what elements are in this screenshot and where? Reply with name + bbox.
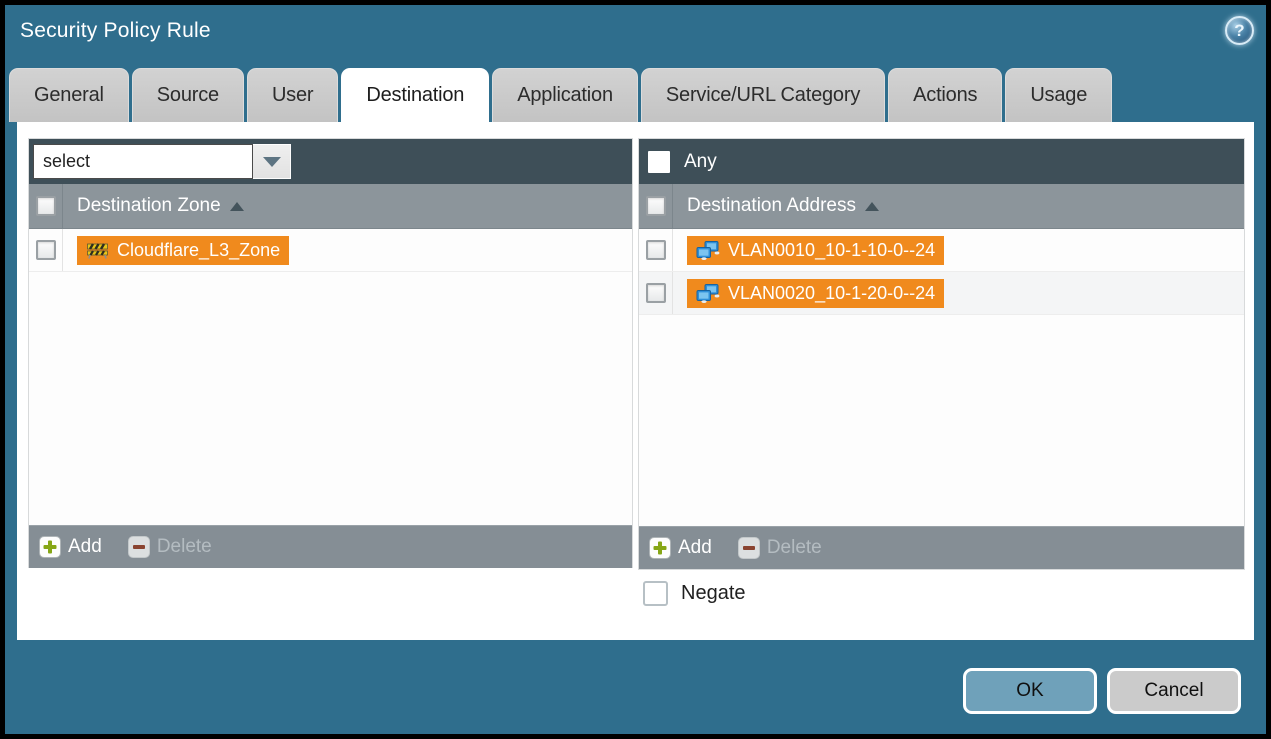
tab-content-destination: Destination Zone xyxy=(17,122,1254,640)
delete-address-button[interactable]: Delete xyxy=(738,537,822,559)
tab-source[interactable]: Source xyxy=(132,68,244,122)
minus-icon xyxy=(738,537,760,559)
delete-zone-button[interactable]: Delete xyxy=(128,536,212,558)
zone-item[interactable]: Cloudflare_L3_Zone xyxy=(77,236,289,265)
tab-usage[interactable]: Usage xyxy=(1005,68,1112,122)
zone-select-combo xyxy=(33,144,291,179)
tab-user[interactable]: User xyxy=(247,68,338,122)
zone-select-input[interactable] xyxy=(33,144,253,179)
zone-header-checkbox-cell xyxy=(29,184,63,228)
negate-checkbox[interactable] xyxy=(643,581,668,606)
address-table-header: Destination Address xyxy=(639,184,1244,229)
tab-destination[interactable]: Destination xyxy=(341,68,489,122)
zone-icon xyxy=(86,242,109,259)
zone-row-checkbox[interactable] xyxy=(36,240,56,260)
ok-button[interactable]: OK xyxy=(963,668,1097,714)
select-all-zones-checkbox[interactable] xyxy=(36,196,56,216)
delete-button-label: Delete xyxy=(157,536,212,558)
plus-icon xyxy=(39,536,61,558)
destination-zone-panel: Destination Zone xyxy=(28,138,633,568)
sort-ascending-icon xyxy=(865,202,879,211)
minus-icon xyxy=(128,536,150,558)
delete-button-label: Delete xyxy=(767,537,822,559)
zone-table-header: Destination Zone xyxy=(29,184,632,229)
address-panel-toolbar: Any xyxy=(639,139,1244,184)
dialog-title: Security Policy Rule xyxy=(20,19,211,43)
zone-panel-toolbar xyxy=(29,139,632,184)
address-row-checkbox[interactable] xyxy=(646,240,666,260)
negate-option: Negate xyxy=(643,581,746,606)
plus-icon xyxy=(649,537,671,559)
add-button-label: Add xyxy=(68,536,102,558)
zone-row-checkbox-cell xyxy=(29,229,63,271)
address-icon xyxy=(696,241,720,260)
address-panel-footer: Add Delete xyxy=(639,526,1244,569)
address-item-label: VLAN0010_10-1-10-0--24 xyxy=(728,240,935,261)
address-item[interactable]: VLAN0010_10-1-10-0--24 xyxy=(687,236,944,265)
tab-general[interactable]: General xyxy=(9,68,129,122)
table-row: VLAN0020_10-1-20-0--24 xyxy=(639,272,1244,315)
address-list: VLAN0010_10-1-10-0--24 xyxy=(639,229,1244,526)
tab-actions[interactable]: Actions xyxy=(888,68,1002,122)
table-row: VLAN0010_10-1-10-0--24 xyxy=(639,229,1244,272)
address-item[interactable]: VLAN0020_10-1-20-0--24 xyxy=(687,279,944,308)
address-row-checkbox[interactable] xyxy=(646,283,666,303)
address-header-checkbox-cell xyxy=(639,184,673,228)
help-icon[interactable]: ? xyxy=(1225,16,1254,45)
add-zone-button[interactable]: Add xyxy=(39,536,102,558)
table-row: Cloudflare_L3_Zone xyxy=(29,229,632,272)
zone-list: Cloudflare_L3_Zone xyxy=(29,229,632,525)
add-address-button[interactable]: Add xyxy=(649,537,712,559)
column-header-destination-zone[interactable]: Destination Zone xyxy=(77,195,221,217)
negate-checkbox-label: Negate xyxy=(681,582,746,605)
add-button-label: Add xyxy=(678,537,712,559)
address-row-checkbox-cell xyxy=(639,272,673,314)
security-policy-rule-dialog: Security Policy Rule ? General Source Us… xyxy=(0,0,1271,739)
sort-ascending-icon xyxy=(230,202,244,211)
address-icon xyxy=(696,284,720,303)
cancel-button[interactable]: Cancel xyxy=(1107,668,1241,714)
any-checkbox-label: Any xyxy=(684,151,717,173)
tab-application[interactable]: Application xyxy=(492,68,638,122)
address-row-checkbox-cell xyxy=(639,229,673,271)
destination-address-panel: Any Destination Address xyxy=(638,138,1245,570)
address-item-label: VLAN0020_10-1-20-0--24 xyxy=(728,283,935,304)
select-all-addresses-checkbox[interactable] xyxy=(646,196,666,216)
any-address-checkbox[interactable] xyxy=(648,151,670,173)
zone-item-label: Cloudflare_L3_Zone xyxy=(117,240,280,261)
zone-select-dropdown-button[interactable] xyxy=(253,144,291,179)
chevron-down-icon xyxy=(263,157,281,167)
column-header-destination-address[interactable]: Destination Address xyxy=(687,195,856,217)
zone-panel-footer: Add Delete xyxy=(29,525,632,568)
tab-service-url-category[interactable]: Service/URL Category xyxy=(641,68,885,122)
tab-bar: General Source User Destination Applicat… xyxy=(9,68,1115,122)
